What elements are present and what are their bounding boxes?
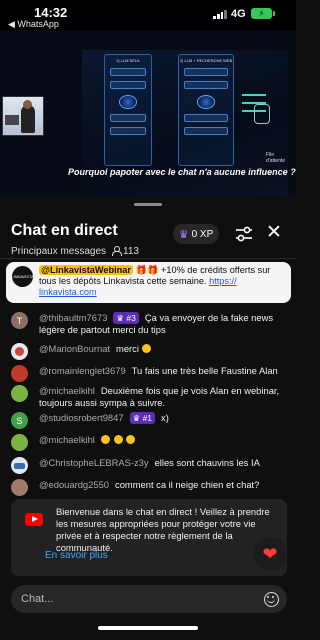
chat-message[interactable]: @romainlenglet3679 Tu fais une très belle…: [11, 365, 291, 382]
slide-caption: Pourquoi papoter avec le chat n'a aucune…: [68, 167, 296, 177]
chat-mode-selector[interactable]: Principaux messages 113: [11, 246, 139, 257]
chat-message[interactable]: @ChristopheLEBRAS-z3y elles sont chauvins…: [11, 457, 291, 474]
message-author[interactable]: @michaelkihl: [39, 434, 95, 445]
slide-panel-llm: 1) LLM SEUL: [104, 54, 152, 166]
back-to-whatsapp-link[interactable]: ◀ WhatsApp: [8, 19, 59, 30]
message-text: merci: [116, 343, 139, 354]
rank-badge: ♛ #3: [113, 312, 139, 324]
slide-panel-llm-web: 2) LLM + RECHERCHE WEB: [178, 54, 234, 166]
settings-sliders-icon[interactable]: [234, 224, 254, 244]
message-author[interactable]: @michaelkihl: [39, 385, 95, 396]
chat-input-area: [0, 580, 296, 640]
smiley-emoji-icon: [141, 344, 151, 353]
pinned-author-tag[interactable]: @LinkavistaWebinar: [39, 265, 133, 275]
message-author[interactable]: @ChristopheLEBRAS-z3y: [39, 457, 149, 468]
xp-label: 0 XP: [191, 228, 214, 240]
message-author[interactable]: @romainlenglet3679: [39, 365, 126, 376]
crown-icon: ♛: [178, 228, 189, 241]
chat-message[interactable]: T @thibaultm7673 ♛ #3 Ça va envoyer de la …: [11, 312, 291, 336]
presenter-webcam: [2, 96, 44, 136]
grin-emoji-icon: [126, 435, 136, 444]
panel-right-title: 2) LLM + RECHERCHE WEB: [179, 58, 233, 63]
chat-message[interactable]: S @studiosrobert9847 ♛ #1 x): [11, 412, 291, 429]
viewer-count: 113: [123, 246, 139, 257]
battery-tip: [273, 11, 275, 16]
brain-icon: [119, 95, 137, 109]
status-time: 14:32: [34, 5, 68, 20]
rank-badge: ♛ #1: [129, 412, 156, 424]
status-bar: 14:32 ◀ WhatsApp 4G ⚡: [0, 0, 296, 30]
queue-label: File d'attente: [266, 152, 286, 164]
heart-icon: ❤: [262, 543, 278, 564]
message-text: comment ca il neige chien et chat?: [115, 479, 260, 490]
message-author[interactable]: @thibaultm7673: [39, 312, 107, 323]
avatar[interactable]: [11, 479, 28, 496]
message-author[interactable]: @studiosrobert9847: [39, 412, 124, 423]
battery-icon: ⚡: [251, 8, 272, 19]
avatar[interactable]: [11, 385, 28, 402]
heart-reaction-button[interactable]: ❤: [253, 537, 287, 571]
video-player[interactable]: 1) LLM SEUL 2) LLM + RECHERCHE WEB File …: [0, 30, 296, 196]
gift-icon: 🎁🎁: [135, 265, 159, 275]
community-notice: Bienvenue dans le chat en direct ! Veill…: [11, 499, 287, 576]
drag-handle[interactable]: [134, 203, 162, 206]
brain-icon: [197, 95, 215, 109]
avatar[interactable]: [11, 434, 28, 451]
avatar[interactable]: [11, 365, 28, 382]
chat-message[interactable]: @MarionBournat merci: [11, 343, 291, 360]
chat-message[interactable]: @michaelkihl: [11, 434, 291, 451]
message-text: elles sont chauvins les IA: [154, 457, 260, 468]
message-author[interactable]: @MarionBournat: [39, 343, 110, 354]
chat-title: Chat en direct: [11, 222, 118, 239]
emoji-picker-icon[interactable]: [264, 592, 279, 607]
panel-left-title: 1) LLM SEUL: [115, 58, 140, 63]
home-indicator[interactable]: [98, 626, 198, 630]
grin-emoji-icon: [113, 435, 123, 444]
network-type: 4G: [231, 8, 246, 20]
signal-icon: [213, 9, 227, 19]
pinned-message[interactable]: LINKAVISTA @LinkavistaWebinar 🎁🎁 +10% de…: [6, 262, 291, 303]
youtube-icon: [25, 513, 43, 526]
header-divider: [0, 258, 296, 259]
xp-button[interactable]: ♛ 0 XP: [173, 224, 219, 244]
notice-text: Bienvenue dans le chat en direct ! Veill…: [56, 506, 270, 553]
grin-emoji-icon: [100, 435, 110, 444]
close-icon[interactable]: ✕: [266, 221, 282, 244]
message-author[interactable]: @edouardg2550: [39, 479, 109, 490]
avatar[interactable]: [11, 343, 28, 360]
linkavista-logo: LINKAVISTA: [11, 266, 34, 287]
chat-input[interactable]: [11, 585, 287, 613]
message-text: x): [161, 412, 169, 423]
avatar[interactable]: [11, 457, 28, 474]
chat-message[interactable]: @edouardg2550 comment ca il neige chien e…: [11, 479, 291, 496]
avatar[interactable]: T: [11, 312, 28, 329]
viewers-icon: [112, 246, 123, 256]
message-text: Tu fais une très belle Faustine Alan: [131, 365, 278, 376]
avatar[interactable]: S: [11, 412, 28, 429]
learn-more-link[interactable]: En savoir plus: [45, 550, 108, 561]
chat-mode-label: Principaux messages: [11, 246, 107, 257]
chat-message[interactable]: @michaelkihl Deuxième fois que je vois Al…: [11, 385, 291, 409]
robot-icon: [254, 104, 270, 124]
